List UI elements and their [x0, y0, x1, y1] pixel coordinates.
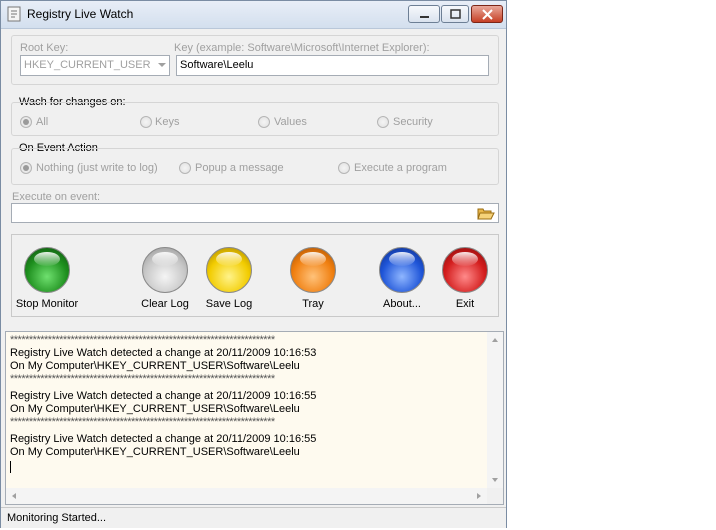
about-button[interactable]: [379, 247, 425, 293]
log-line: Registry Live Watch detected a change at…: [10, 433, 317, 445]
scroll-left-icon[interactable]: [6, 488, 22, 504]
scroll-corner: [487, 488, 503, 504]
close-button[interactable]: [471, 5, 503, 23]
save-log-label: Save Log: [205, 298, 253, 310]
app-window: Registry Live Watch Root Key: Key (examp…: [0, 0, 507, 528]
log-line: On My Computer\HKEY_CURRENT_USER\Softwar…: [10, 360, 300, 372]
action-group: Nothing (just write to log) Popup a mess…: [11, 148, 499, 185]
radio-values[interactable]: [258, 116, 270, 128]
tray-label: Tray: [302, 298, 324, 310]
option-security-label: Security: [393, 116, 433, 128]
option-popup-label: Popup a message: [195, 162, 284, 174]
radio-execute[interactable]: [338, 162, 350, 174]
radio-nothing[interactable]: [20, 162, 32, 174]
radio-all[interactable]: [20, 116, 32, 128]
scroll-right-icon[interactable]: [471, 488, 487, 504]
log-line: Registry Live Watch detected a change at…: [10, 390, 317, 402]
stop-monitor-label: Stop Monitor: [15, 298, 79, 310]
horizontal-scrollbar[interactable]: [6, 488, 487, 504]
clear-log-button[interactable]: [142, 247, 188, 293]
radio-popup[interactable]: [179, 162, 191, 174]
log-line: Registry Live Watch detected a change at…: [10, 347, 317, 359]
exit-button[interactable]: [442, 247, 488, 293]
watch-group: All Keys Values Security: [11, 102, 499, 136]
key-value: Software\Leelu: [180, 59, 254, 71]
root-key-combo[interactable]: HKEY_CURRENT_USER: [20, 55, 170, 76]
app-icon: [7, 6, 21, 22]
title-bar[interactable]: Registry Live Watch: [1, 1, 506, 29]
open-folder-icon[interactable]: [477, 206, 495, 221]
scroll-up-icon[interactable]: [487, 332, 503, 348]
root-key-value: HKEY_CURRENT_USER: [24, 59, 151, 71]
save-log-button[interactable]: [206, 247, 252, 293]
minimize-button[interactable]: [408, 5, 440, 23]
tray-button[interactable]: [290, 247, 336, 293]
log-line: On My Computer\HKEY_CURRENT_USER\Softwar…: [10, 446, 300, 458]
chevron-down-icon: [158, 63, 166, 67]
option-nothing-label: Nothing (just write to log): [36, 162, 158, 174]
log-line: ****************************************…: [10, 416, 275, 428]
minimize-icon: [420, 16, 429, 18]
maximize-icon: [450, 9, 461, 19]
status-text: Monitoring Started...: [7, 512, 107, 524]
text-caret: [10, 461, 11, 473]
status-bar: Monitoring Started...: [1, 507, 506, 528]
option-execute-label: Execute a program: [354, 162, 447, 174]
radio-keys[interactable]: [140, 116, 152, 128]
radio-security[interactable]: [377, 116, 389, 128]
execute-input[interactable]: [11, 203, 499, 223]
window-title: Registry Live Watch: [27, 7, 134, 21]
key-group: Root Key: Key (example: Software\Microso…: [11, 35, 499, 85]
option-all-label: All: [36, 116, 49, 128]
log-textarea[interactable]: ****************************************…: [5, 331, 504, 505]
log-line: ****************************************…: [10, 373, 275, 385]
exit-label: Exit: [455, 298, 475, 310]
log-line: On My Computer\HKEY_CURRENT_USER\Softwar…: [10, 403, 300, 415]
option-keys-label: Keys: [155, 116, 180, 128]
key-input[interactable]: Software\Leelu: [176, 55, 489, 76]
close-icon: [482, 9, 493, 20]
log-content: ****************************************…: [10, 334, 486, 473]
maximize-button[interactable]: [441, 5, 469, 23]
log-line: ****************************************…: [10, 334, 275, 346]
vertical-scrollbar[interactable]: [487, 332, 503, 488]
execute-label: Execute on event:: [12, 191, 101, 203]
stop-monitor-button[interactable]: [24, 247, 70, 293]
key-label: Key (example: Software\Microsoft\Interne…: [174, 42, 430, 54]
button-panel: Stop Monitor Clear Log Save Log Tray Abo…: [11, 234, 499, 317]
root-key-label: Root Key:: [20, 42, 69, 54]
scroll-down-icon[interactable]: [487, 472, 503, 488]
option-values-label: Values: [274, 116, 307, 128]
